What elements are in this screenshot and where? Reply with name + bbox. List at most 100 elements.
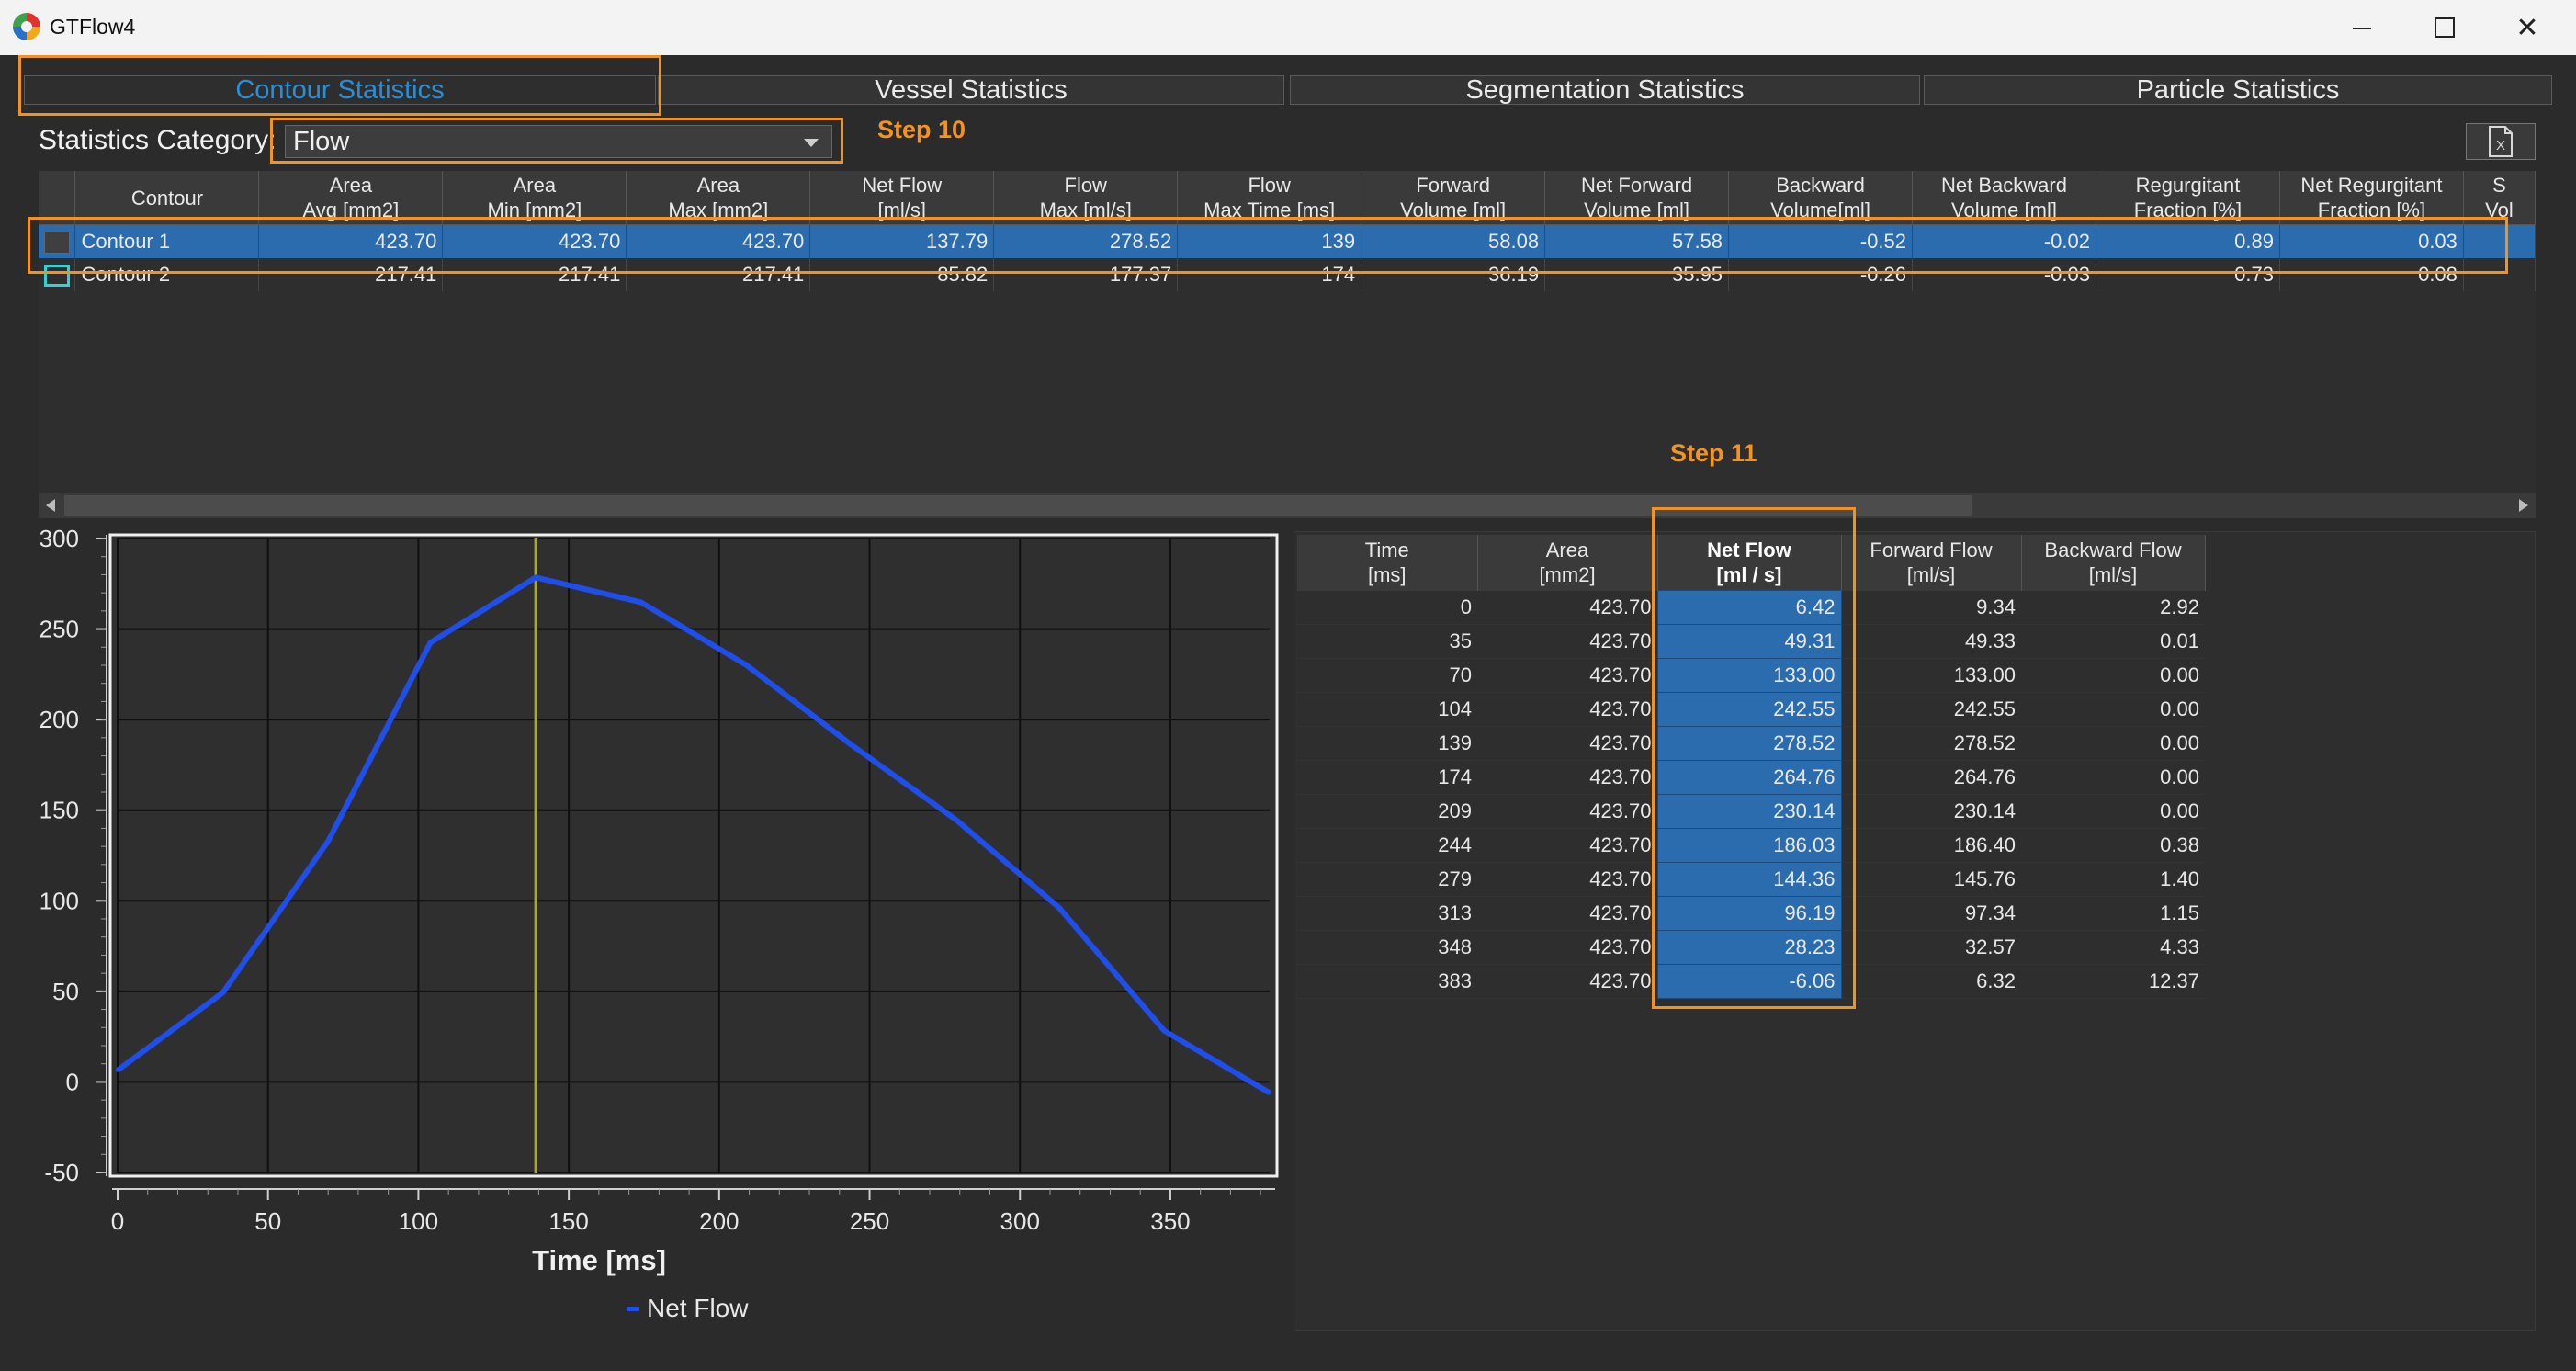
statistics-category-dropdown[interactable]: Flow	[285, 125, 832, 158]
table-cell: 186.03	[1656, 828, 1842, 863]
table-row[interactable]: Contour 2 217.41 217.41 217.41 85.82 177.37 17…	[39, 258, 2536, 291]
scroll-right-icon[interactable]	[2519, 499, 2528, 512]
table-row[interactable]: 0 423.70 6.42 9.34 2.92	[1297, 590, 2205, 625]
stats-column-header[interactable]	[39, 171, 76, 225]
stats-column-header[interactable]: Area Avg [mm2]	[258, 171, 444, 225]
table-cell: 49.33	[1841, 624, 2021, 659]
minimize-icon	[2353, 28, 2371, 29]
tab-particle-statistics[interactable]: Particle Statistics	[1924, 75, 2552, 105]
table-row[interactable]: 139 423.70 278.52 278.52 0.00	[1297, 726, 2205, 761]
legend-swatch	[627, 1306, 639, 1311]
stats-column-header[interactable]: Forward Volume [ml]	[1361, 171, 1546, 225]
table-cell: 348	[1297, 930, 1477, 965]
table-cell: 278.52	[1656, 726, 1842, 761]
x-tick-label: 200	[699, 1207, 739, 1235]
stats-column-header[interactable]: Flow Max Time [ms]	[1177, 171, 1362, 225]
table-row[interactable]: 383 423.70 -6.06 6.32 12.37	[1297, 964, 2205, 999]
stats-column-header[interactable]: Contour	[74, 171, 260, 225]
table-cell: 242.55	[1841, 692, 2021, 727]
table-row[interactable]: 70 423.70 133.00 133.00 0.00	[1297, 658, 2205, 693]
stats-column-header[interactable]: Area Max [mm2]	[626, 171, 811, 225]
table-cell: 28.23	[1656, 930, 1842, 965]
table-cell: -0.03	[1912, 258, 2096, 291]
tab-contour-statistics[interactable]: Contour Statistics	[24, 75, 656, 105]
table-cell: 423.70	[1477, 624, 1657, 659]
table-row[interactable]: 313 423.70 96.19 97.34 1.15	[1297, 896, 2205, 931]
scroll-left-icon[interactable]	[46, 499, 55, 512]
table-cell: 1.40	[2021, 862, 2205, 897]
stats-column-header[interactable]: Net Flow [ml/s]	[809, 171, 995, 225]
timeline-column-header[interactable]: Time [ms]	[1297, 535, 1478, 591]
stats-column-header[interactable]: Net Forward Volume [ml]	[1544, 171, 1730, 225]
table-cell: 217.41	[626, 258, 811, 291]
table-cell: 0.73	[2096, 258, 2280, 291]
table-cell: 423.70	[442, 224, 627, 258]
table-row[interactable]: 174 423.70 264.76 264.76 0.00	[1297, 760, 2205, 795]
table-cell: 174	[1177, 258, 1362, 291]
table-row[interactable]: 209 423.70 230.14 230.14 0.00	[1297, 794, 2205, 829]
table-cell: 0.38	[2021, 828, 2205, 863]
table-cell: 70	[1297, 658, 1477, 693]
excel-export-icon: X	[2489, 126, 2513, 157]
close-button[interactable]: ✕	[2486, 0, 2569, 55]
contour-color-cell[interactable]	[39, 224, 76, 258]
scrollbar-thumb[interactable]	[64, 495, 1972, 516]
table-row[interactable]: 348 423.70 28.23 32.57 4.33	[1297, 930, 2205, 965]
stats-column-header[interactable]: S Vol	[2463, 171, 2536, 225]
stats-column-header[interactable]: Net Regurgitant Fraction [%]	[2279, 171, 2464, 225]
contour-color-swatch[interactable]	[43, 265, 70, 288]
table-cell: 423.70	[1477, 692, 1657, 727]
table-cell: 230.14	[1841, 794, 2021, 829]
data-point	[1268, 1091, 1271, 1095]
stats-column-header[interactable]: Regurgitant Fraction [%]	[2096, 171, 2280, 225]
timeline-column-header[interactable]: Forward Flow [ml/s]	[1841, 535, 2022, 591]
table-cell: 0.08	[2279, 258, 2464, 291]
table-cell: 145.76	[1841, 862, 2021, 897]
export-excel-button[interactable]: X	[2466, 123, 2536, 160]
table-cell: 35.95	[1544, 258, 1730, 291]
timeline-table: Time [ms] Area [mm2] Net Flow [ml / s] Forw…	[1297, 535, 2206, 999]
x-tick-label: 350	[1150, 1207, 1190, 1235]
x-tick-label: 300	[1000, 1207, 1040, 1235]
table-row[interactable]: 104 423.70 242.55 242.55 0.00	[1297, 692, 2205, 727]
stats-column-header[interactable]: Net Backward Volume [ml]	[1912, 171, 2096, 225]
close-icon: ✕	[2515, 12, 2539, 43]
table-cell: 1.15	[2021, 896, 2205, 931]
data-point	[1162, 1028, 1167, 1033]
table-cell: 144.36	[1656, 862, 1842, 897]
table-row[interactable]: 35 423.70 49.31 49.33 0.01	[1297, 624, 2205, 659]
table-cell: 85.82	[809, 258, 995, 291]
x-tick-label: 150	[548, 1207, 588, 1235]
table-cell: 96.19	[1656, 896, 1842, 931]
table-cell: 423.70	[258, 224, 444, 258]
tab-segmentation-statistics[interactable]: Segmentation Statistics	[1290, 75, 1920, 105]
horizontal-scrollbar[interactable]	[39, 493, 2536, 518]
table-cell: 0.03	[2279, 224, 2464, 258]
contour-color-cell[interactable]	[39, 258, 76, 291]
table-cell: -0.52	[1728, 224, 1914, 258]
maximize-button[interactable]	[2403, 0, 2486, 55]
table-cell: 174	[1297, 760, 1477, 795]
title-bar: GTFlow4 ✕	[0, 0, 2576, 55]
tab-vessel-statistics[interactable]: Vessel Statistics	[658, 75, 1284, 105]
minimize-button[interactable]	[2321, 0, 2403, 55]
y-tick-label: 250	[40, 616, 79, 643]
table-row[interactable]: 279 423.70 144.36 145.76 1.40	[1297, 862, 2205, 897]
timeline-column-header[interactable]: Backward Flow [ml/s]	[2021, 535, 2206, 591]
timeline-column-header[interactable]: Area [mm2]	[1477, 535, 1658, 591]
table-cell: 278.52	[993, 224, 1179, 258]
table-cell: 2.92	[2021, 590, 2205, 625]
stats-column-header[interactable]: Flow Max [ml/s]	[993, 171, 1179, 225]
contour-color-swatch[interactable]	[43, 232, 70, 255]
table-cell: 217.41	[258, 258, 444, 291]
timeline-column-header[interactable]: Net Flow [ml / s]	[1657, 535, 1842, 591]
data-point	[849, 742, 853, 747]
stats-column-header[interactable]: Area Min [mm2]	[442, 171, 627, 225]
stats-column-header[interactable]: Backward Volume[ml]	[1728, 171, 1914, 225]
table-row[interactable]: Contour 1 423.70 423.70 423.70 137.79 278.52 1…	[39, 224, 2536, 258]
table-row[interactable]: 244 423.70 186.03 186.40 0.38	[1297, 828, 2205, 863]
contour-name: Contour 2	[74, 258, 260, 291]
table-cell: 242.55	[1656, 692, 1842, 727]
table-cell: 0	[1297, 590, 1477, 625]
y-tick-label: 0	[66, 1068, 79, 1095]
